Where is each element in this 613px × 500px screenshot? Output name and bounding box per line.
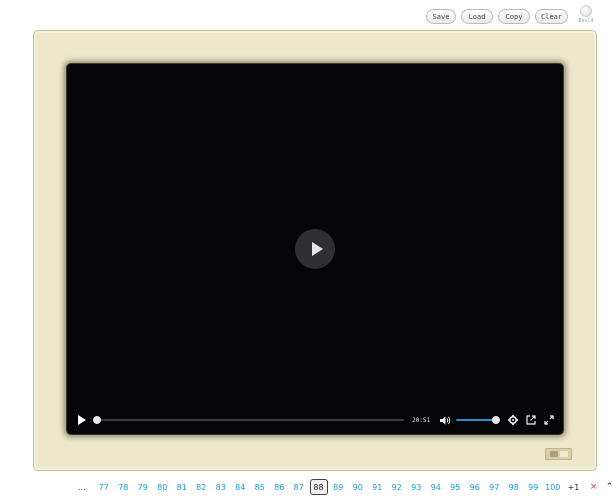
volume-slider[interactable] [455,416,501,424]
page-link[interactable]: 96 [465,483,485,492]
page-link[interactable]: 92 [387,483,407,492]
add-page-button[interactable]: +1 [565,483,583,492]
close-icon[interactable]: × [587,482,601,492]
build-toggle[interactable]: Build [578,5,594,24]
page-link[interactable]: 94 [426,483,446,492]
play-icon[interactable] [78,415,86,425]
build-label: Build [578,18,594,24]
progress-thumb[interactable] [93,416,101,424]
current-page[interactable]: 88 [309,479,328,495]
page-link[interactable]: 83 [211,483,231,492]
page-link[interactable]: 80 [153,483,173,492]
volume-icon[interactable] [440,416,452,425]
top-toolbar: Save Load Copy Clear [426,9,568,24]
fullscreen-icon[interactable] [543,415,555,425]
page-link[interactable]: 90 [348,483,368,492]
progress-bar[interactable] [93,416,405,424]
page-link[interactable]: 84 [231,483,251,492]
volume-thumb[interactable] [492,416,501,424]
badge-dark-piece [549,451,558,457]
page-link[interactable]: 98 [504,483,524,492]
page-link[interactable]: 91 [368,483,388,492]
clear-button[interactable]: Clear [535,9,568,24]
video-player[interactable]: 20:51 [67,64,563,434]
page-link[interactable]: 85 [250,483,270,492]
page-link[interactable]: 95 [446,483,466,492]
page-link[interactable]: 99 [524,483,544,492]
pagination: ... 77 78 79 80 81 82 83 84 85 86 87 88 89 90 91 92 93… [78,479,613,495]
page-link[interactable]: 87 [289,483,309,492]
page-link[interactable]: 78 [114,483,134,492]
play-icon [311,242,323,256]
player-frame: 20:51 [33,30,597,471]
collapse-icon[interactable]: ⌃ [603,482,613,492]
page-link[interactable]: 93 [407,483,427,492]
frame-badge-icon [545,448,572,460]
gear-icon[interactable] [507,415,519,425]
page-link[interactable]: 100 [543,483,563,492]
page-link[interactable]: 77 [94,483,114,492]
page-link[interactable]: 89 [329,483,349,492]
page-link[interactable]: 82 [192,483,212,492]
popout-icon[interactable] [525,415,537,425]
load-button[interactable]: Load [461,9,493,24]
copy-button[interactable]: Copy [498,9,530,24]
page-link[interactable]: 79 [133,483,153,492]
page-link[interactable]: 81 [172,483,192,492]
badge-light-piece [559,451,568,457]
save-button[interactable]: Save [426,9,456,24]
build-knob-icon[interactable] [580,5,592,17]
time-display: 20:51 [412,416,431,424]
pagination-ellipsis: ... [78,482,86,492]
big-play-button[interactable] [295,229,335,269]
page-link[interactable]: 86 [270,483,290,492]
page-link[interactable]: 97 [485,483,505,492]
player-controls: 20:51 [75,414,555,426]
